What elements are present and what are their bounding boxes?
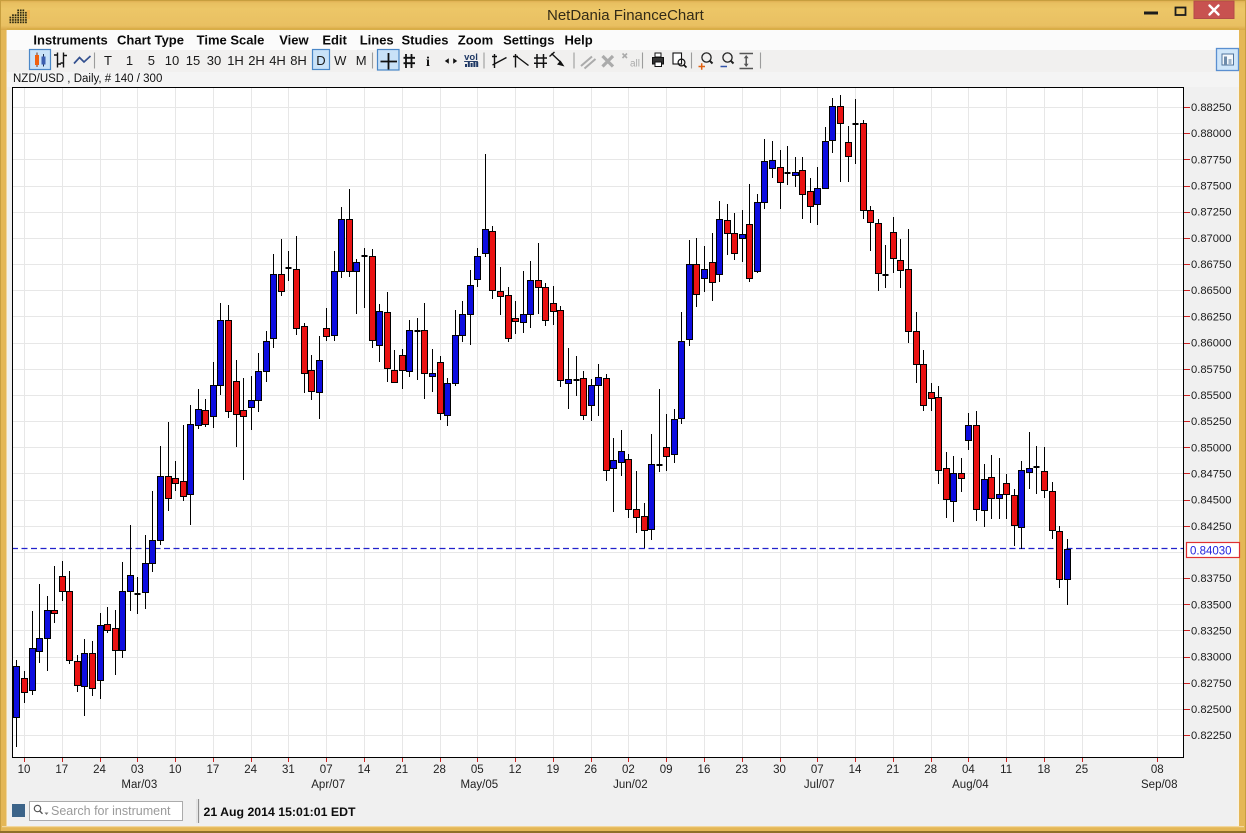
svg-text:30: 30 (773, 764, 786, 776)
svg-text:28: 28 (924, 764, 937, 776)
svg-text:0.85000: 0.85000 (1191, 442, 1231, 454)
svg-text:18: 18 (1038, 764, 1051, 776)
svg-text:0.85250: 0.85250 (1191, 416, 1231, 428)
svg-text:0.85750: 0.85750 (1191, 364, 1231, 376)
svg-text:T: T (104, 53, 112, 68)
svg-text:Apr/07: Apr/07 (311, 779, 345, 791)
svg-text:0.86750: 0.86750 (1191, 259, 1231, 271)
svg-text:W: W (334, 53, 347, 68)
svg-text:21: 21 (395, 764, 408, 776)
svg-text:M: M (356, 53, 367, 68)
svg-text:07: 07 (811, 764, 824, 776)
svg-text:1: 1 (126, 53, 133, 68)
svg-text:2H: 2H (248, 53, 265, 68)
svg-text:15: 15 (186, 53, 200, 68)
svg-text:04: 04 (962, 764, 975, 776)
svg-text:19: 19 (546, 764, 559, 776)
svg-text:0.82500: 0.82500 (1191, 704, 1231, 716)
svg-text:25: 25 (1075, 764, 1088, 776)
svg-text:NZD/USD , Daily, # 140 / 300: NZD/USD , Daily, # 140 / 300 (13, 73, 162, 85)
svg-text:NetDania FinanceChart: NetDania FinanceChart (547, 7, 705, 24)
svg-text:21: 21 (886, 764, 899, 776)
svg-text:12: 12 (509, 764, 522, 776)
svg-text:Studies: Studies (402, 33, 449, 48)
svg-text:10: 10 (165, 53, 179, 68)
svg-text:5: 5 (148, 53, 155, 68)
svg-text:Chart Type: Chart Type (117, 33, 184, 48)
svg-text:Jun/02: Jun/02 (613, 779, 648, 791)
svg-text:D: D (316, 53, 325, 68)
svg-text:24: 24 (93, 764, 106, 776)
svg-text:0.88250: 0.88250 (1191, 102, 1231, 114)
svg-text:14: 14 (849, 764, 862, 776)
svg-text:4H: 4H (269, 53, 286, 68)
svg-text:14: 14 (358, 764, 371, 776)
svg-text:Jul/07: Jul/07 (804, 779, 835, 791)
svg-text:Zoom: Zoom (458, 33, 493, 48)
svg-text:11: 11 (1000, 764, 1012, 776)
svg-text:24: 24 (244, 764, 257, 776)
svg-text:8H: 8H (290, 53, 307, 68)
svg-text:0.83750: 0.83750 (1191, 573, 1231, 585)
svg-text:0.82750: 0.82750 (1191, 678, 1231, 690)
svg-text:all: all (630, 59, 640, 70)
svg-text:10: 10 (18, 764, 31, 776)
svg-text:0.84250: 0.84250 (1191, 521, 1231, 533)
svg-text:30: 30 (207, 53, 221, 68)
svg-text:0.84030: 0.84030 (1190, 546, 1232, 558)
svg-text:May/05: May/05 (460, 779, 498, 791)
svg-text:Mar/03: Mar/03 (121, 779, 157, 791)
svg-text:0.83250: 0.83250 (1191, 626, 1231, 638)
svg-text:10: 10 (169, 764, 182, 776)
svg-text:0.87750: 0.87750 (1191, 154, 1231, 166)
svg-text:0.88000: 0.88000 (1191, 128, 1231, 140)
svg-text:i: i (426, 55, 430, 70)
svg-text:Time Scale: Time Scale (197, 33, 265, 48)
svg-text:0.86000: 0.86000 (1191, 338, 1231, 350)
svg-text:Help: Help (565, 33, 593, 48)
svg-text:26: 26 (584, 764, 597, 776)
svg-text:Edit: Edit (322, 33, 347, 48)
svg-text:02: 02 (622, 764, 635, 776)
svg-text:1H: 1H (227, 53, 244, 68)
svg-text:Aug/04: Aug/04 (952, 779, 989, 791)
svg-text:17: 17 (206, 764, 219, 776)
svg-text:Settings: Settings (503, 33, 554, 48)
svg-text:Search for instrument: Search for instrument (51, 804, 171, 818)
svg-text:0.83500: 0.83500 (1191, 599, 1231, 611)
svg-text:31: 31 (282, 764, 295, 776)
svg-text:0.82250: 0.82250 (1191, 730, 1231, 742)
svg-text:03: 03 (131, 764, 144, 776)
svg-text:0.84500: 0.84500 (1191, 495, 1231, 507)
svg-text:09: 09 (660, 764, 673, 776)
svg-text:0.86250: 0.86250 (1191, 311, 1231, 323)
svg-text:Lines: Lines (360, 33, 394, 48)
svg-text:08: 08 (1151, 764, 1164, 776)
svg-text:0.87250: 0.87250 (1191, 207, 1231, 219)
svg-text:28: 28 (433, 764, 446, 776)
svg-text:vol: vol (464, 52, 478, 63)
svg-text:0.87500: 0.87500 (1191, 181, 1231, 193)
svg-text:0.83000: 0.83000 (1191, 652, 1231, 664)
svg-text:17: 17 (55, 764, 68, 776)
svg-text:Sep/08: Sep/08 (1141, 779, 1177, 791)
svg-text:Instruments: Instruments (33, 33, 107, 48)
svg-text:21 Aug 2014 15:01:01 EDT: 21 Aug 2014 15:01:01 EDT (204, 805, 356, 819)
svg-text:0.84750: 0.84750 (1191, 468, 1231, 480)
svg-text:0.87000: 0.87000 (1191, 233, 1231, 245)
svg-text:07: 07 (320, 764, 333, 776)
svg-text:23: 23 (735, 764, 748, 776)
svg-text:View: View (279, 33, 309, 48)
svg-text:0.86500: 0.86500 (1191, 285, 1231, 297)
svg-text:05: 05 (471, 764, 484, 776)
svg-text:0.85500: 0.85500 (1191, 390, 1231, 402)
svg-text:16: 16 (698, 764, 711, 776)
